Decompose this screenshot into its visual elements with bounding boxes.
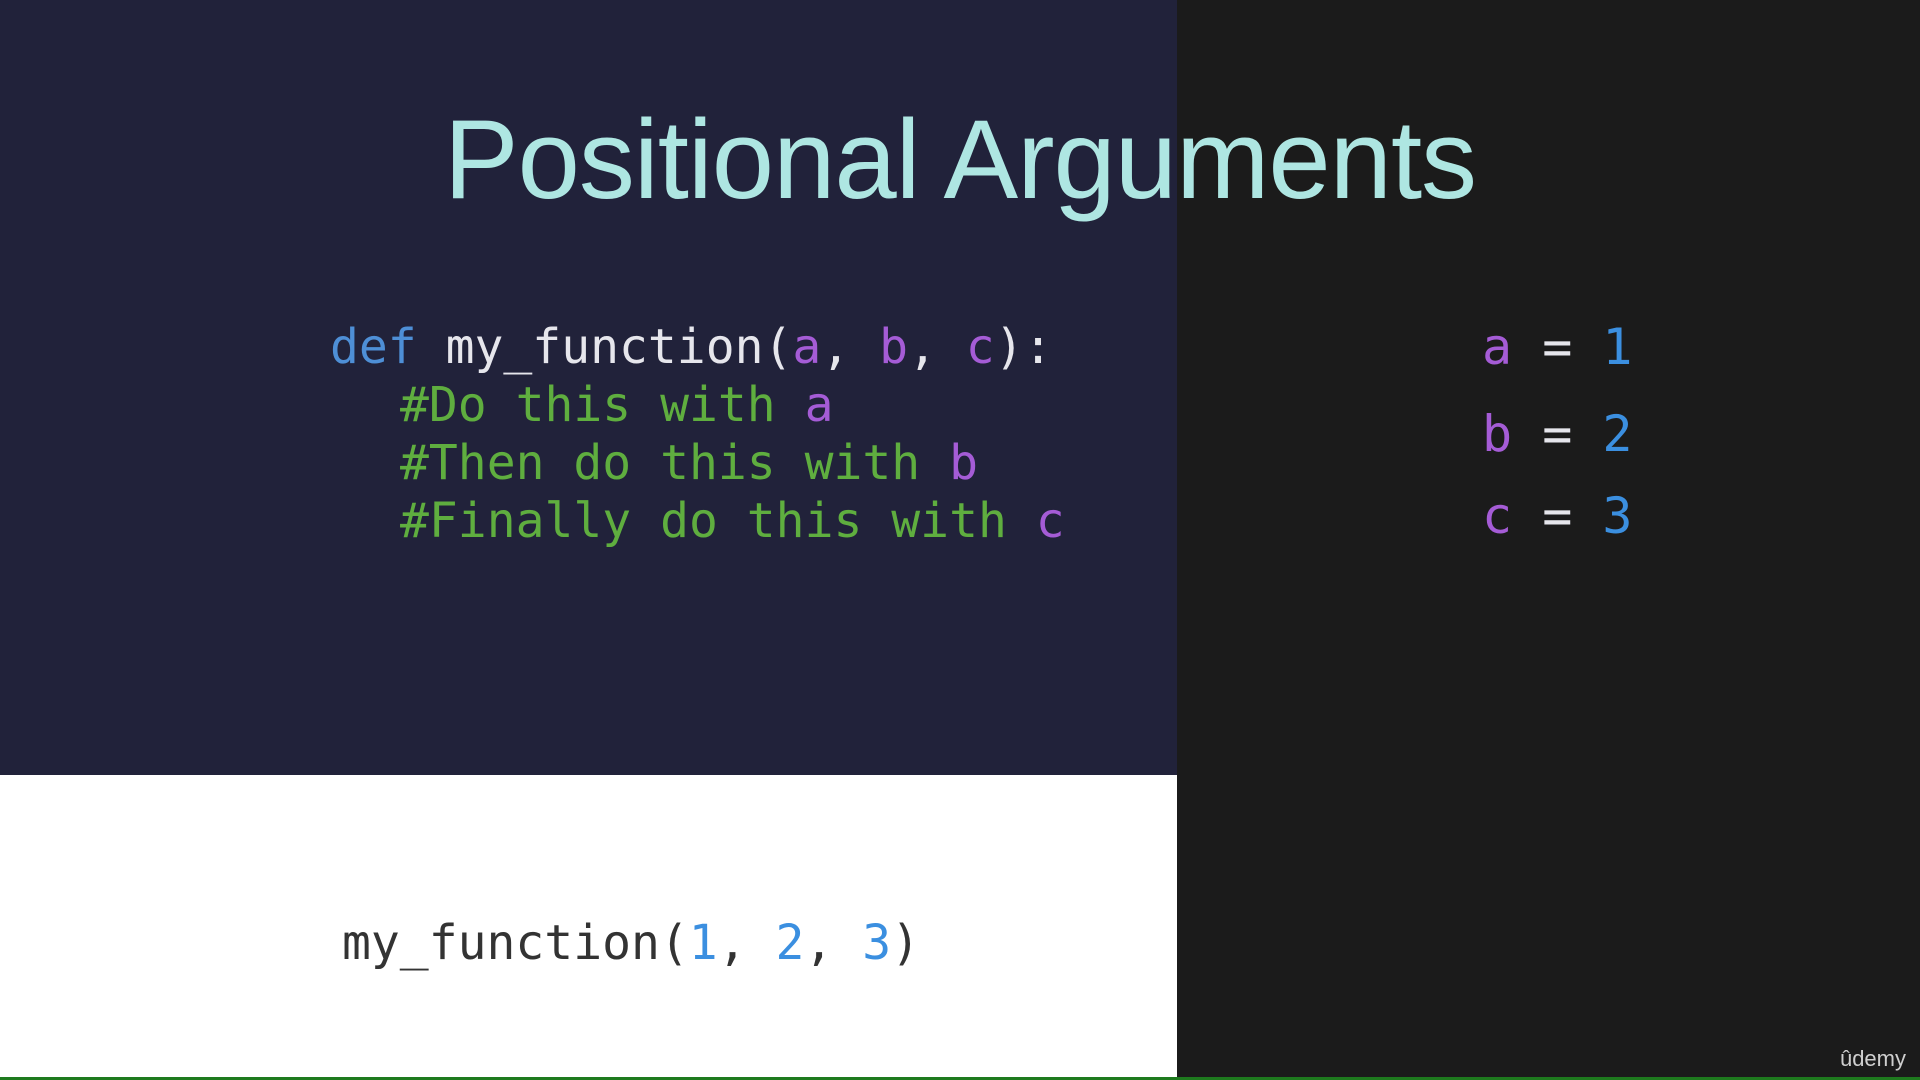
assign-eq: = [1512,487,1603,545]
comment-text: #Finally do this with [400,493,1036,549]
assign-var: b [1482,405,1513,463]
assign-eq: = [1512,405,1603,463]
comment-param: a [804,377,834,433]
slide-title: Positional Arguments [443,97,1477,222]
param-b: b [879,319,908,375]
def-keyword: def [330,319,417,375]
comment-text: #Then do this with [400,435,950,491]
assignment-a: a = 1 [1482,318,1633,376]
comment-line: #Then do this with b [400,434,978,492]
separator: , [717,915,776,971]
separator: , [908,319,966,375]
function-name: my_function( [445,319,793,375]
param-a: a [792,319,822,375]
comment-text: #Do this with [400,377,805,433]
close-paren: ) [891,915,920,971]
param-c: c [965,319,995,375]
comment-line: #Do this with a [400,376,833,434]
assign-val: 3 [1602,487,1633,545]
separator: , [821,319,880,375]
udemy-logo: ûdemy [1839,1046,1906,1071]
arg-1: 1 [688,915,718,971]
assign-eq: = [1512,318,1603,376]
close-paren: ): [994,319,1053,375]
assign-var: a [1482,318,1513,376]
assign-val: 2 [1602,405,1633,463]
assign-var: c [1482,487,1513,545]
comment-param: c [1035,493,1065,549]
call-name: my_function( [342,915,689,971]
arg-3: 3 [862,915,892,971]
comment-line: #Finally do this with c [400,492,1065,550]
assignment-b: b = 2 [1482,405,1633,463]
arg-2: 2 [775,915,805,971]
separator: , [804,915,863,971]
function-definition: def my_function(a, b, c): [330,318,1053,376]
assignment-c: c = 3 [1482,487,1633,545]
assign-val: 1 [1602,318,1633,376]
function-call: my_function(1, 2, 3) [342,914,920,972]
comment-param: b [949,435,978,491]
